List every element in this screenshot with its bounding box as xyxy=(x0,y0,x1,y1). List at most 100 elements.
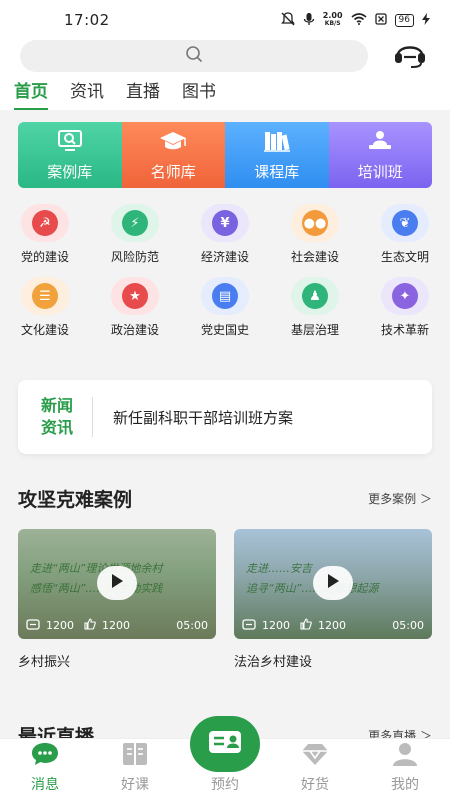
category-label: 风险防范 xyxy=(110,250,159,264)
battery-level: 96 xyxy=(394,13,414,27)
tab-home[interactable]: 首页 xyxy=(14,77,48,110)
news-tag-line2: 资讯 xyxy=(40,418,73,437)
nav-messages[interactable]: 消息 xyxy=(10,741,80,794)
magnifier-screen-icon xyxy=(56,129,84,157)
banner-label: 名师库 xyxy=(150,162,196,181)
video-stats: 1200 1200 05:00 xyxy=(242,618,424,633)
caption-line1: 走进……安吉 xyxy=(246,562,312,575)
category-label: 文化建设 xyxy=(20,323,69,337)
play-button[interactable] xyxy=(97,566,137,600)
category-grassroots[interactable]: ♟ 基层治理 xyxy=(270,277,360,338)
headset-icon xyxy=(393,39,427,73)
party-emblem-icon: ☭ xyxy=(21,204,69,242)
top-bar xyxy=(0,40,450,72)
video-card[interactable]: 走进……安吉 追寻“两山”……的思想起源 1200 1200 05:00 法治乡… xyxy=(234,529,432,670)
video-stats: 1200 1200 05:00 xyxy=(26,618,208,633)
wifi-icon xyxy=(351,12,367,28)
net-speed-value: 2.00 xyxy=(322,11,343,20)
category-label: 政治建设 xyxy=(110,323,159,337)
category-party-building[interactable]: ☭ 党的建设 xyxy=(0,204,90,265)
video-thumbnail[interactable]: 走进……安吉 追寻“两山”……的思想起源 1200 1200 05:00 xyxy=(234,529,432,639)
banner-course-library[interactable]: 课程库 xyxy=(225,122,329,188)
category-label: 基层治理 xyxy=(290,323,339,337)
category-label: 技术革新 xyxy=(380,323,429,337)
user-icon xyxy=(390,741,420,771)
banner-teacher-library[interactable]: 名师库 xyxy=(121,122,225,188)
category-label: 党的建设 xyxy=(20,250,69,264)
thumbnail-caption: 走进“两山”理论发源地余村 感悟“两山”……的生动实践 xyxy=(30,559,162,599)
category-innovation[interactable]: ✦ 技术革新 xyxy=(360,277,450,338)
nav-label: 预约 xyxy=(211,777,239,793)
news-card[interactable]: 新闻 资讯 新任副科职干部培训班方案 xyxy=(18,380,432,454)
banner-training-class[interactable]: 培训班 xyxy=(328,122,432,188)
tab-books[interactable]: 图书 xyxy=(182,77,216,106)
booking-center-button[interactable] xyxy=(190,716,260,772)
mic-icon xyxy=(303,12,315,29)
search-input[interactable] xyxy=(20,40,368,72)
library-banner: 案例库 名师库 课程库 培训班 xyxy=(18,122,432,188)
nav-label: 我的 xyxy=(391,777,419,793)
nav-courses[interactable]: 好课 xyxy=(100,741,170,794)
video-title[interactable]: 法治乡村建设 xyxy=(234,651,432,670)
category-politics[interactable]: ★ 政治建设 xyxy=(90,277,180,338)
charging-icon xyxy=(422,12,430,28)
category-label: 社会建设 xyxy=(290,250,339,264)
nav-label: 好课 xyxy=(121,777,149,793)
play-icon xyxy=(110,573,124,593)
category-culture[interactable]: ☰ 文化建设 xyxy=(0,277,90,338)
like-count: 1200 xyxy=(318,619,346,632)
book-icon xyxy=(120,741,150,771)
video-card[interactable]: 走进“两山”理论发源地余村 感悟“两山”……的生动实践 1200 1200 05… xyxy=(18,529,216,670)
video-thumbnail[interactable]: 走进“两山”理论发源地余村 感悟“两山”……的生动实践 1200 1200 05… xyxy=(18,529,216,639)
category-label: 生态文明 xyxy=(380,250,429,264)
chat-bubble-icon xyxy=(30,741,60,771)
play-icon xyxy=(326,573,340,593)
nav-profile[interactable]: 我的 xyxy=(370,741,440,794)
status-bar: 17:02 2.00 KB/S 96 xyxy=(0,0,450,40)
category-ecology[interactable]: ❦ 生态文明 xyxy=(360,204,450,265)
like-count: 1200 xyxy=(102,619,130,632)
category-label: 经济建设 xyxy=(200,250,249,264)
status-icons: 2.00 KB/S 96 xyxy=(280,11,430,29)
cases-section-title: 攻坚克难案例 xyxy=(18,489,133,511)
views-icon xyxy=(26,618,40,633)
video-duration: 05:00 xyxy=(176,619,208,632)
books-stack-icon: ☰ xyxy=(21,277,69,315)
top-tabs: 首页 资讯 直播 图书 xyxy=(0,72,450,110)
people-icon: ●● xyxy=(291,204,339,242)
play-button[interactable] xyxy=(313,566,353,600)
star-flag-icon: ★ xyxy=(111,277,159,315)
tab-news[interactable]: 资讯 xyxy=(70,77,104,106)
view-count: 1200 xyxy=(262,619,290,632)
like-icon xyxy=(84,618,96,633)
tab-live[interactable]: 直播 xyxy=(126,77,160,106)
caption-line1: 走进“两山”理论发源地余村 xyxy=(30,562,163,575)
category-risk-prevention[interactable]: ⚡ 风险防范 xyxy=(90,204,180,265)
category-label: 党史国史 xyxy=(200,323,249,337)
category-history[interactable]: ▤ 党史国史 xyxy=(180,277,270,338)
view-count: 1200 xyxy=(46,619,74,632)
id-card-icon xyxy=(207,729,243,759)
customer-service-button[interactable] xyxy=(392,40,428,72)
diamond-icon xyxy=(300,741,330,771)
money-bag-icon: ¥ xyxy=(201,204,249,242)
banner-label: 课程库 xyxy=(254,162,300,181)
category-economy[interactable]: ¥ 经济建设 xyxy=(180,204,270,265)
more-cases-link[interactable]: 更多案例 ＞ xyxy=(368,490,432,507)
search-icon xyxy=(185,45,203,67)
nav-label: 消息 xyxy=(31,777,59,793)
banner-case-library[interactable]: 案例库 xyxy=(18,122,122,188)
category-society[interactable]: ●● 社会建设 xyxy=(270,204,360,265)
news-tag-line1: 新闻 xyxy=(40,396,73,415)
nav-goods[interactable]: 好货 xyxy=(280,741,350,794)
video-duration: 05:00 xyxy=(392,619,424,632)
mute-icon xyxy=(280,11,295,29)
leaf-icon: ❦ xyxy=(381,204,429,242)
books-icon xyxy=(262,129,292,157)
video-title[interactable]: 乡村振兴 xyxy=(18,651,216,670)
news-divider xyxy=(92,397,93,437)
news-headline[interactable]: 新任副科职干部培训班方案 xyxy=(113,407,293,428)
category-grid: ☭ 党的建设 ⚡ 风险防范 ¥ 经济建设 ●● 社会建设 ❦ 生态文明 ☰ 文化… xyxy=(0,204,450,338)
nav-label: 好货 xyxy=(301,777,329,793)
thumbnail-caption: 走进……安吉 追寻“两山”……的思想起源 xyxy=(246,559,378,599)
